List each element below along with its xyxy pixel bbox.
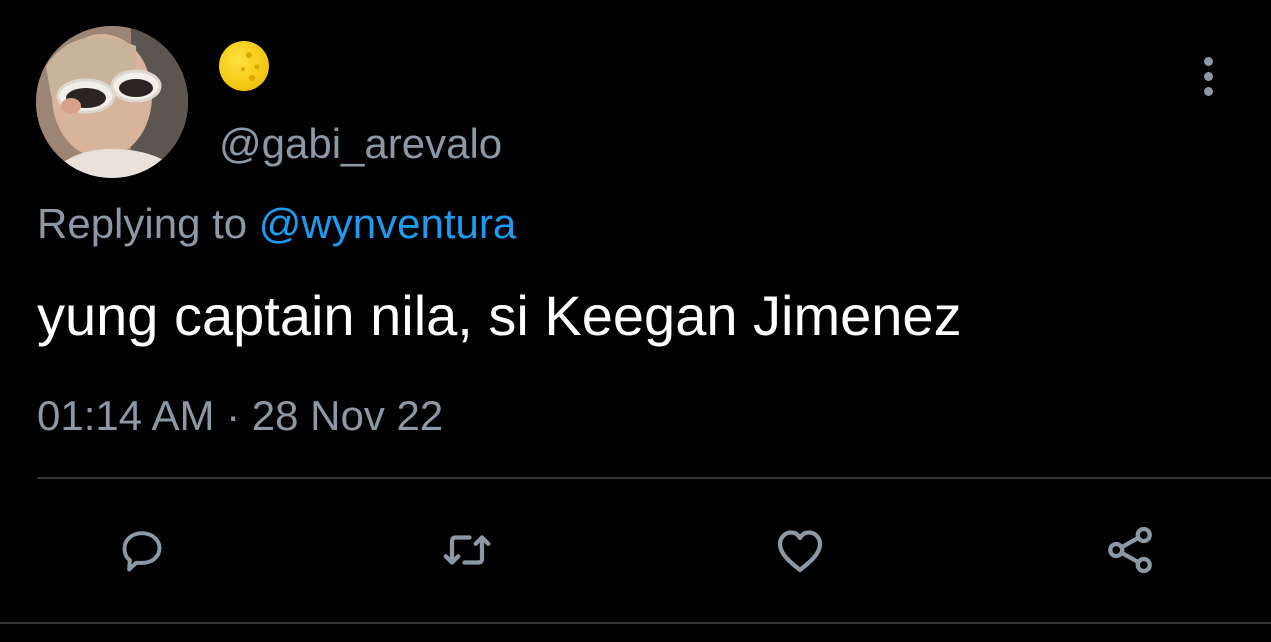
dot-icon	[1203, 86, 1213, 96]
replying-to-label: Replying to	[37, 200, 259, 247]
avatar-photo	[36, 26, 188, 178]
reply-button[interactable]	[112, 520, 172, 580]
heart-icon	[777, 530, 823, 573]
replying-to: Replying to @wynventura	[37, 198, 516, 250]
display-name[interactable]	[219, 40, 269, 92]
tweet-text: yung captain nila, si Keegan Jimenez	[37, 284, 962, 347]
dot-icon	[1203, 71, 1213, 81]
meta-separator: ·	[214, 392, 252, 439]
dot-icon	[1203, 56, 1213, 66]
retweet-icon	[443, 535, 491, 565]
tweet-timestamp[interactable]: 01:14 AM · 28 Nov 22	[37, 390, 443, 442]
share-button[interactable]	[1100, 520, 1160, 580]
divider	[37, 477, 1271, 479]
moon-emoji-icon	[219, 41, 269, 91]
user-handle[interactable]: @gabi_arevalo	[219, 118, 502, 170]
more-options-button[interactable]	[1188, 56, 1228, 96]
tweet-date: 28 Nov 22	[251, 392, 444, 439]
tweet-detail: @gabi_arevalo Replying to @wynventura yu…	[0, 0, 1271, 642]
mention-link[interactable]: @wynventura	[259, 200, 516, 247]
divider	[0, 622, 1271, 624]
avatar[interactable]	[36, 26, 188, 178]
share-nodes-icon	[1108, 526, 1152, 574]
speech-bubble-icon	[122, 531, 162, 572]
retweet-button[interactable]	[437, 520, 497, 580]
like-button[interactable]	[770, 520, 830, 580]
tweet-time: 01:14 AM	[37, 392, 215, 439]
